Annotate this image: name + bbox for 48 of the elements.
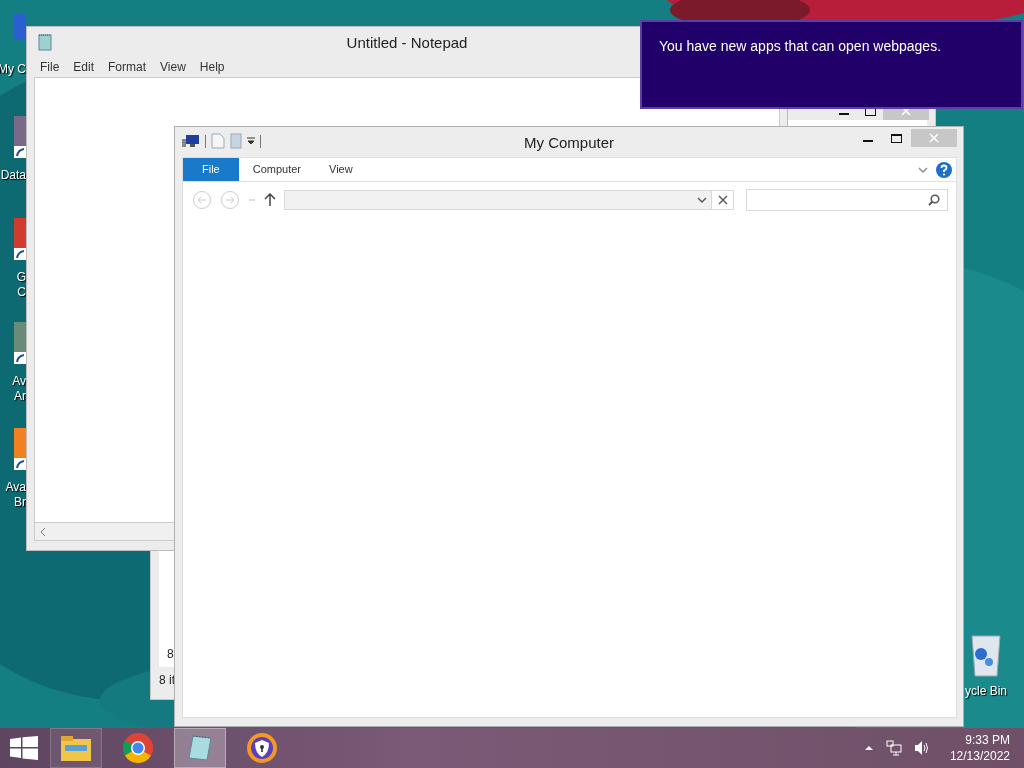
menu-item[interactable]: Edit bbox=[66, 60, 102, 74]
window-title: Untitled - Notepad bbox=[346, 33, 468, 51]
icon-label: Ar bbox=[14, 389, 26, 404]
show-hidden-icons-icon[interactable] bbox=[863, 745, 874, 751]
search-field[interactable] bbox=[746, 189, 948, 211]
icon-label: G bbox=[16, 270, 26, 285]
clock-date[interactable]: 12/13/2022 bbox=[949, 748, 1010, 764]
folder-icon[interactable] bbox=[59, 733, 93, 763]
notification-panel[interactable]: You have new apps that can open webpages. bbox=[640, 20, 1023, 109]
explorer-taskbar-button[interactable] bbox=[50, 728, 102, 768]
expand-ribbon-icon[interactable] bbox=[918, 165, 928, 174]
notepad-icon[interactable] bbox=[185, 733, 215, 763]
ribbon-tab[interactable]: Computer bbox=[238, 158, 316, 181]
windows-logo-icon[interactable] bbox=[10, 736, 38, 760]
icon-label: Br bbox=[14, 495, 26, 510]
window-title: My Computer bbox=[524, 133, 614, 151]
menu-item[interactable]: Help bbox=[192, 60, 232, 74]
shortcut-icon[interactable] bbox=[12, 218, 26, 262]
menu-item[interactable]: File bbox=[33, 60, 67, 74]
icon-label: Ava bbox=[5, 480, 26, 495]
icon-label: Data bbox=[0, 168, 26, 183]
shortcut-icon[interactable] bbox=[12, 116, 26, 160]
network-icon[interactable] bbox=[885, 740, 902, 756]
volume-icon[interactable] bbox=[913, 740, 930, 756]
ribbon-tab[interactable]: File bbox=[183, 158, 239, 181]
shortcut-icon[interactable] bbox=[12, 322, 26, 366]
shield-icon[interactable] bbox=[246, 732, 278, 764]
icon-label: C bbox=[17, 285, 26, 300]
browser-icon[interactable] bbox=[122, 732, 154, 764]
ribbon-tab[interactable]: View bbox=[315, 158, 367, 181]
list-cell: 8 bbox=[167, 647, 174, 661]
shortcut-icon[interactable] bbox=[12, 428, 26, 472]
notepad-icon bbox=[37, 33, 53, 51]
search-icon[interactable] bbox=[928, 194, 940, 206]
notification-text: You have new apps that can open webpages. bbox=[659, 38, 942, 54]
menu-item[interactable]: View bbox=[153, 60, 193, 74]
clear-button[interactable] bbox=[712, 190, 734, 210]
dropdown-icon[interactable] bbox=[247, 136, 255, 146]
up-icon[interactable] bbox=[264, 193, 276, 207]
menu-item[interactable]: Format bbox=[101, 60, 154, 74]
icon-label: ycle Bin bbox=[965, 684, 1007, 698]
close-icon[interactable] bbox=[717, 195, 728, 205]
recycle-bin-icon[interactable] bbox=[969, 632, 1003, 678]
scroll-left-icon[interactable] bbox=[39, 526, 47, 537]
icon-label: Av bbox=[12, 374, 26, 389]
help-icon[interactable] bbox=[936, 161, 952, 178]
clock-time[interactable]: 9:33 PM bbox=[965, 732, 1010, 748]
dropdown-icon[interactable] bbox=[697, 196, 707, 204]
